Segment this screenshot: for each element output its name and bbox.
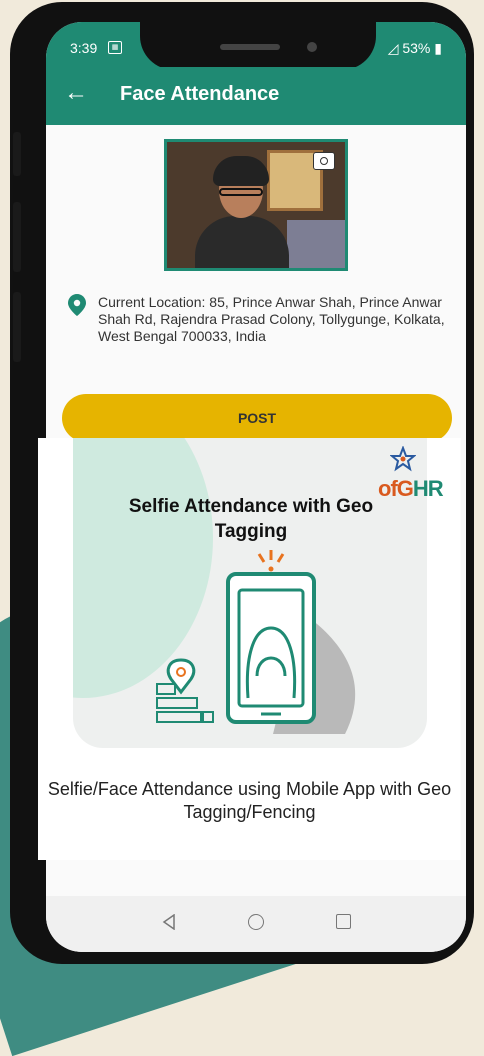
back-arrow-icon[interactable]: ←	[64, 81, 88, 105]
selfie-preview[interactable]	[164, 139, 348, 271]
nav-back-icon[interactable]	[162, 914, 176, 930]
brand-star-icon	[390, 446, 416, 472]
current-location-text: Current Location: 85, Prince Anwar Shah,…	[98, 294, 445, 344]
battery-icon: ▮	[434, 40, 442, 56]
photo-person-body	[195, 216, 289, 268]
notification-icon: ▦	[108, 41, 122, 54]
phone-side-button	[13, 132, 21, 176]
camera-icon[interactable]	[313, 152, 335, 170]
post-button[interactable]: POST	[62, 394, 452, 442]
signal-icon: ◿	[387, 40, 399, 56]
brand-name-prefix: ofG	[378, 476, 414, 501]
phone-side-button	[13, 292, 21, 362]
brand-name-suffix: HR	[412, 476, 444, 501]
nav-recents-icon[interactable]	[336, 914, 351, 929]
camera-notch	[140, 22, 376, 70]
brand-name: ofGHR	[378, 476, 444, 502]
promo-illustration	[73, 438, 427, 748]
promo-title: Selfie Attendance with Geo Tagging	[128, 496, 374, 542]
promo-caption: Selfie/Face Attendance using Mobile App …	[47, 779, 452, 822]
front-camera	[307, 42, 317, 52]
phone-side-button	[13, 202, 21, 272]
promo-overlay: Selfie Attendance with Geo Tagging ofGHR…	[38, 438, 461, 860]
page-title: Face Attendance	[120, 83, 280, 105]
selfie-geotag-illustration	[156, 550, 356, 734]
photo-person-glasses	[219, 188, 263, 196]
status-time: 3:39	[70, 40, 98, 56]
nav-home-icon[interactable]	[248, 914, 264, 930]
battery-level: 53%	[402, 40, 431, 56]
photo-background	[287, 220, 345, 268]
app-bar: ← Face Attendance	[46, 67, 466, 125]
speaker-grille	[220, 44, 280, 50]
battery-status: ◿ 53% ▮	[388, 40, 442, 57]
photo-person-hair	[213, 156, 269, 186]
brand-logo: ofGHR	[378, 446, 460, 506]
navigation-bar	[46, 896, 466, 952]
location-pin-icon	[68, 294, 86, 316]
